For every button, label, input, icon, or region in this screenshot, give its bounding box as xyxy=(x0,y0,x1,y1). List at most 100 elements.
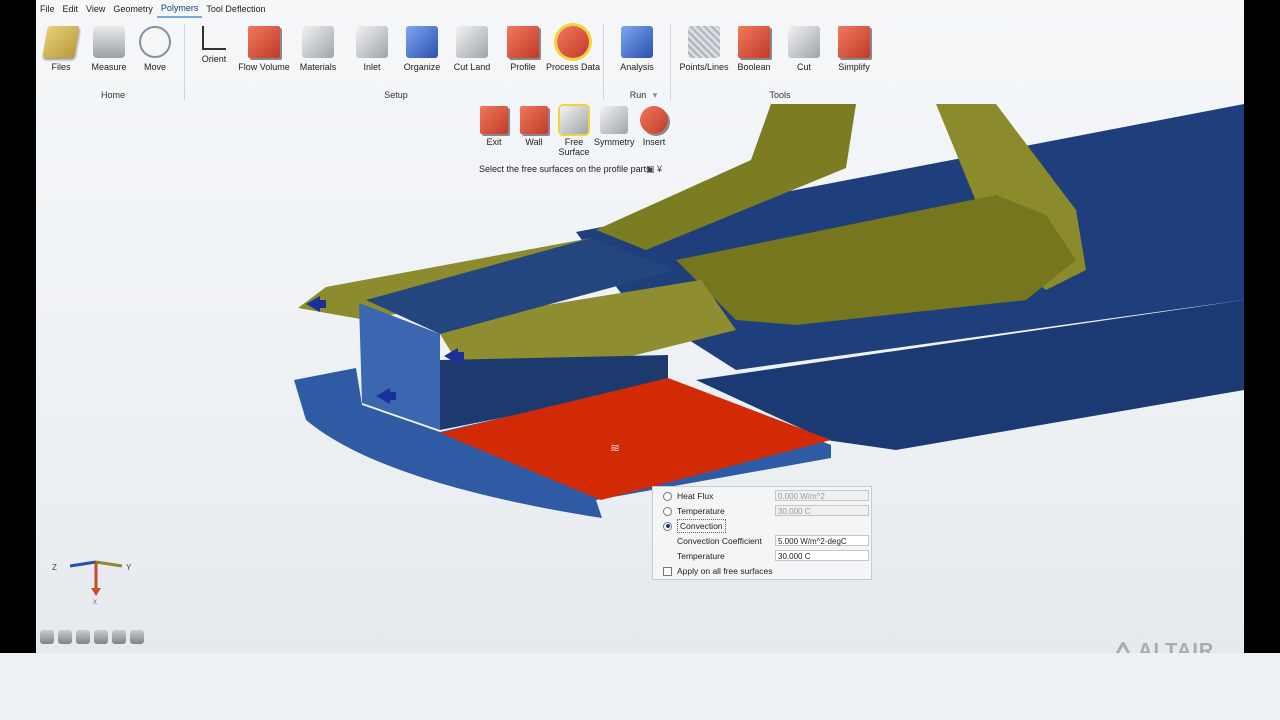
process-data-button[interactable]: Process Data xyxy=(544,26,602,72)
convection-coefficient-label: Convection Coefficient xyxy=(677,536,762,546)
files-icon xyxy=(42,26,80,58)
insert-button[interactable]: Insert xyxy=(634,106,674,147)
left-letterbox xyxy=(0,0,36,653)
heat-flux-option[interactable]: Heat Flux xyxy=(663,490,713,502)
right-letterbox xyxy=(1244,0,1280,653)
selection-hint: Select the free surfaces on the profile … xyxy=(479,164,651,174)
menu-tool-deflection[interactable]: Tool Deflection xyxy=(202,1,269,17)
exit-icon xyxy=(480,106,508,134)
group-run-label: Run xyxy=(629,90,647,100)
profile-icon xyxy=(507,26,539,58)
menu-bar: File Edit View Geometry Polymers Tool De… xyxy=(36,0,1244,18)
ribbon-separator xyxy=(670,24,671,100)
free-surface-label: Free Surface xyxy=(558,137,590,157)
symmetry-icon xyxy=(600,106,628,134)
temperature-radio[interactable] xyxy=(663,506,672,516)
apply-all-label: Apply on all free surfaces xyxy=(677,566,773,576)
brand-logo: ALTAIR xyxy=(1112,640,1214,653)
orient-icon xyxy=(202,26,226,50)
flow-volume-icon xyxy=(248,26,280,58)
simplify-button[interactable]: Simplify xyxy=(825,26,883,72)
boundary-condition-panel: Heat Flux 0.000 W/m^2 Temperature 30.000… xyxy=(652,486,872,580)
move-button[interactable]: Move xyxy=(126,26,184,72)
group-home-label: Home xyxy=(100,90,125,100)
triad-x-label: X xyxy=(93,600,97,606)
move-icon xyxy=(139,26,171,58)
exit-button[interactable]: Exit xyxy=(474,106,514,147)
view-controls xyxy=(40,630,144,646)
ribbon: Files Measure Move Home Orient Flow Volu… xyxy=(36,18,1244,102)
points-lines-icon xyxy=(688,26,720,58)
triad-y-label: Y xyxy=(126,563,132,572)
flow-volume-button[interactable]: Flow Volume xyxy=(235,26,293,72)
convection-label: Convection xyxy=(677,519,726,533)
cut-land-label: Cut Land xyxy=(453,62,491,72)
ribbon-separator xyxy=(603,24,604,100)
analysis-button[interactable]: Analysis xyxy=(608,26,666,72)
temperature-option[interactable]: Temperature xyxy=(663,505,725,517)
simplify-label: Simplify xyxy=(838,62,870,72)
menu-edit[interactable]: Edit xyxy=(59,1,83,17)
altair-logo-icon xyxy=(1115,641,1131,653)
view-settings-icon[interactable] xyxy=(130,630,144,644)
menu-view[interactable]: View xyxy=(82,1,109,17)
heat-flux-label: Heat Flux xyxy=(677,491,714,501)
analysis-label: Analysis xyxy=(620,62,654,72)
menu-geometry[interactable]: Geometry xyxy=(109,1,157,17)
application-window: ≋ File Edit View Geometry Polymers Tool … xyxy=(36,0,1244,653)
zoom-icon[interactable] xyxy=(112,630,126,644)
temperature-field[interactable]: 30.000 C xyxy=(775,505,869,516)
run-dropdown-icon[interactable]: ▾ xyxy=(650,90,660,101)
fit-view-icon[interactable] xyxy=(76,630,90,644)
insert-icon xyxy=(640,106,668,134)
symmetry-label: Symmetry xyxy=(594,137,635,147)
group-setup-label: Setup xyxy=(384,90,408,100)
move-label: Move xyxy=(143,62,166,72)
menu-file[interactable]: File xyxy=(36,1,59,17)
pan-view-icon[interactable] xyxy=(58,630,72,644)
materials-label: Materials xyxy=(299,62,337,72)
apply-all-option[interactable]: Apply on all free surfaces xyxy=(663,565,772,577)
process-data-icon xyxy=(557,26,589,58)
wall-label: Wall xyxy=(525,137,543,147)
measure-icon xyxy=(93,26,125,58)
heat-flux-field[interactable]: 0.000 W/m^2 xyxy=(775,490,869,501)
simplify-icon xyxy=(838,26,870,58)
wall-icon xyxy=(520,106,548,134)
group-tools-label: Tools xyxy=(769,90,791,100)
bottom-strip xyxy=(0,653,1280,720)
free-surface-icon xyxy=(560,106,588,134)
cut-icon xyxy=(788,26,820,58)
wall-button[interactable]: Wall xyxy=(514,106,554,147)
organize-icon xyxy=(406,26,438,58)
cut-land-icon xyxy=(456,26,488,58)
convection-coefficient-field[interactable]: 5.000 W/m^2-degC xyxy=(775,535,869,546)
apply-all-checkbox[interactable] xyxy=(663,566,672,576)
boolean-icon xyxy=(738,26,770,58)
heat-flux-radio[interactable] xyxy=(663,491,672,501)
menu-polymers[interactable]: Polymers xyxy=(156,0,203,18)
axis-triad: Z Y X xyxy=(52,560,132,606)
convection-radio[interactable] xyxy=(663,521,672,531)
materials-button[interactable]: Materials xyxy=(289,26,347,72)
rotate-view-icon[interactable] xyxy=(40,630,54,644)
temperature-label: Temperature xyxy=(677,506,725,516)
surface-symbol: ≋ xyxy=(610,441,620,455)
convection-temperature-label: Temperature xyxy=(677,551,725,561)
analysis-icon xyxy=(621,26,653,58)
materials-icon xyxy=(302,26,334,58)
free-surface-button[interactable]: Free Surface xyxy=(554,106,594,157)
hint-options-icon[interactable]: ▣ ¥ xyxy=(646,164,662,175)
convection-temperature-field[interactable]: 30.000 C xyxy=(775,550,869,561)
flow-volume-label: Flow Volume xyxy=(238,62,290,72)
cut-land-button[interactable]: Cut Land xyxy=(443,26,501,72)
process-data-label: Process Data xyxy=(545,62,601,72)
insert-label: Insert xyxy=(642,137,666,147)
brand-name: ALTAIR xyxy=(1138,640,1215,653)
view-cube-icon[interactable] xyxy=(94,630,108,644)
exit-label: Exit xyxy=(486,137,502,147)
inlet-icon xyxy=(356,26,388,58)
convection-option[interactable]: Convection xyxy=(663,519,726,533)
triad-z-label: Z xyxy=(52,563,57,572)
symmetry-button[interactable]: Symmetry xyxy=(594,106,635,147)
